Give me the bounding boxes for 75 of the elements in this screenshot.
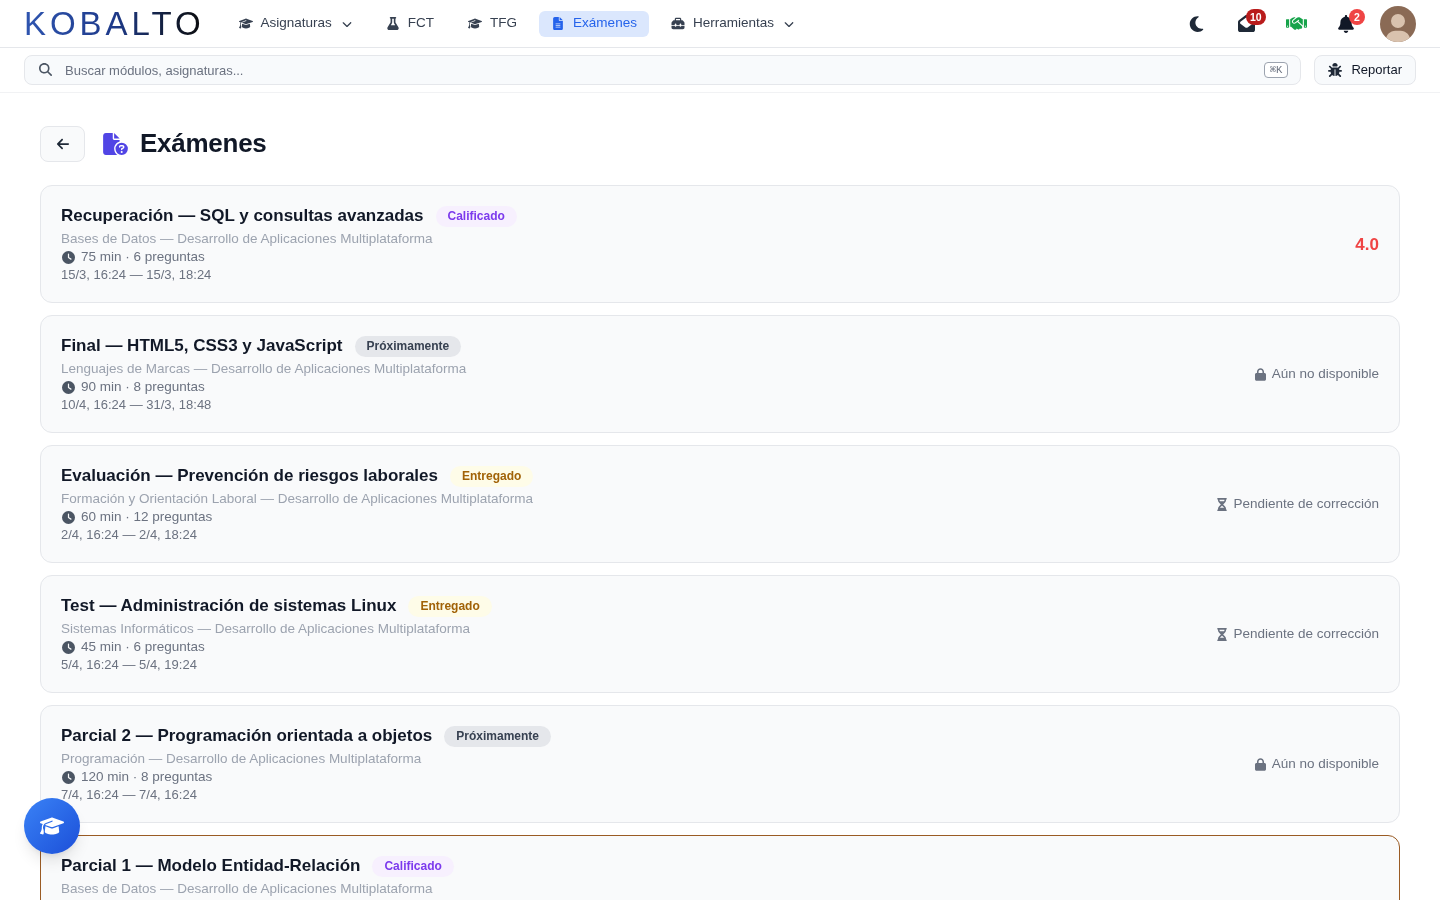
avatar[interactable] [1380,5,1416,42]
duration-questions-text: 90 min · 8 preguntas [81,378,205,396]
course-name: Bases de Datos — Desarrollo de Aplicaciones Multiplataforma [61,230,434,248]
flask-icon [385,17,400,30]
clock-icon [62,640,75,654]
handshake-icon [1285,15,1307,32]
nav-tab[interactable]: Exámenes [539,10,649,37]
date-range: 2/4, 16:24 — 2/4, 18:24 [61,526,198,544]
exam-title: Recuperación — SQL y consultas avanzadas [61,205,424,228]
exam-title: Final — HTML5, CSS3 y JavaScript [61,335,343,358]
exam-title: Parcial 2 — Programación orientada a objetos [61,725,433,748]
duration-questions-text: 120 min · 8 preguntas [81,768,213,786]
duration-questions-text: 75 min · 6 preguntas [81,248,205,266]
status-badge: Calificado [372,855,454,877]
person-silhouette-icon [1385,13,1411,42]
bug-icon [1328,63,1343,77]
date-range: 5/4, 16:24 — 5/4, 19:24 [61,656,198,674]
clock-icon [62,250,75,264]
page-title: Exámenes [140,127,267,160]
duration-questions-text: 45 min · 6 preguntas [81,638,205,656]
exam-title: Evaluación — Prevención de riesgos laborales [61,465,438,488]
nav-tab[interactable]: TFG [456,10,530,37]
graduation-cap-icon [468,17,483,30]
moon-icon [1187,14,1205,33]
date-range: 10/4, 16:24 — 31/3, 18:48 [61,396,213,414]
keyboard-shortcut: ⌘K [1263,62,1289,78]
date-range: 15/3, 16:24 — 15/3, 18:24 [61,266,213,284]
grade-value: 4.0 [1355,233,1379,256]
search-icon [39,63,52,76]
graduation-cap-icon [238,17,253,30]
status-badge: Entregado [450,465,534,487]
exam-card[interactable]: Test — Administración de sistemas Linux Entregado Sistemas Informáticos — Desarrollo de Aplicaciones Multiplataforma 45 min · 6 preguntas 5/4, 16:24 — 5/4, 19:24 Pendiente de corrección [40,575,1400,693]
document-icon [551,17,566,30]
pending-status-text: Pendiente de corrección [1233,625,1379,644]
status-badge: Próximamente [444,725,551,747]
status-badge: Calificado [435,205,517,227]
count-badge: 2 [1349,8,1365,25]
arrow-left-icon [55,136,70,151]
graduation-cap-icon [40,816,64,836]
nav-tab[interactable]: Herramientas [658,10,806,37]
document-question-icon [103,132,128,155]
count-badge: 10 [1246,8,1266,25]
lock-icon [1254,368,1266,381]
hourglass-icon [1217,628,1228,641]
exam-card[interactable]: Recuperación — SQL y consultas avanzadas Calificado Bases de Datos — Desarrollo de Aplicaciones Multiplataforma 75 min · 6 preguntas 15/3, 16:24 — 15/3, 18:24 4.0 [40,185,1400,303]
date-range: 7/4, 16:24 — 7/4, 16:24 [61,786,198,804]
nav-tab[interactable]: Asignaturas [226,10,364,37]
report-button[interactable]: Reportar [1314,55,1416,85]
availability-text: Aún no disponible [1271,755,1379,774]
exam-title: Parcial 1 — Modelo Entidad-Relación [61,855,361,878]
toolbox-icon [670,17,685,30]
back-button[interactable] [40,125,85,162]
nav-tab[interactable]: FCT [373,10,447,37]
bell-icon [1338,14,1354,33]
hourglass-icon [1217,498,1228,511]
course-name: Bases de Datos — Desarrollo de Aplicaciones Multiplataforma [61,880,434,898]
course-name: Programación — Desarrollo de Aplicaciones Multiplataforma [61,750,423,768]
exam-card[interactable]: Parcial 1 — Modelo Entidad-Relación Calificado Bases de Datos — Desarrollo de Aplicaciones Multiplataforma [40,835,1400,900]
exam-title: Test — Administración de sistemas Linux [61,595,397,618]
availability-text: Aún no disponible [1271,365,1379,384]
duration-questions-text: 60 min · 12 preguntas [81,508,213,526]
exam-card[interactable]: Parcial 2 — Programación orientada a objetos Próximamente Programación — Desarrollo de Aplicaciones Multiplataforma 120 min · 8 preguntas 7/4, 16:24 — 7/4, 16:24 Aún no disponible [40,705,1400,823]
clock-icon [62,510,75,524]
status-badge: Entregado [408,595,492,617]
lock-icon [1254,758,1266,771]
exam-card[interactable]: Final — HTML5, CSS3 y JavaScript Próximamente Lenguajes de Marcas — Desarrollo de Aplicaciones Multiplataforma 90 min · 8 preguntas 10/4, 16:24 — 31/3, 18:48 Aún no disponible [40,315,1400,433]
messages-button[interactable]: 10 [1226,3,1266,44]
clock-icon [62,770,75,784]
notifications-button[interactable]: 2 [1326,3,1366,44]
clock-icon [62,380,75,394]
pending-status-text: Pendiente de corrección [1233,495,1379,514]
course-name: Lenguajes de Marcas — Desarrollo de Aplicaciones Multiplataforma [61,360,467,378]
course-name: Sistemas Informáticos — Desarrollo de Aplicaciones Multiplataforma [61,620,471,638]
status-badge: Próximamente [354,335,462,357]
course-name: Formación y Orientación Laboral — Desarrollo de Aplicaciones Multiplataforma [61,490,534,508]
